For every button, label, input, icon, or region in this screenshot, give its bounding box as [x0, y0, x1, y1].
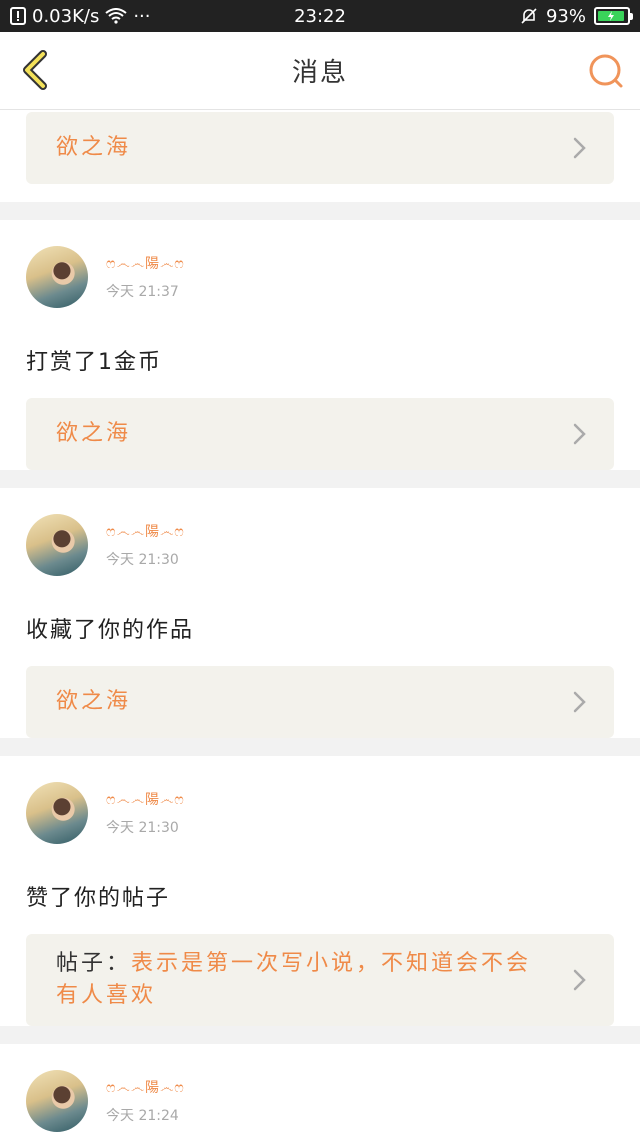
username[interactable]: ෆ෴෴陽෴ෆ [106, 253, 185, 273]
more-indicator: ··· [133, 5, 151, 27]
timestamp: 今天 21:30 [106, 820, 179, 836]
avatar[interactable] [26, 782, 88, 844]
message-card: ෆ෴෴陽෴ෆ 今天 21:30 赞了你的帖子 帖子：表示是第一次写小说，不知道会… [0, 756, 640, 1026]
timestamp: 今天 21:24 [106, 1108, 179, 1124]
avatar[interactable] [26, 246, 88, 308]
timestamp: 今天 21:37 [106, 284, 179, 300]
work-title: 欲之海 [56, 135, 132, 160]
avatar[interactable] [26, 514, 88, 576]
message-card: 欲之海 [0, 110, 640, 202]
message-card: ෆ෴෴陽෴ෆ 今天 21:30 收藏了你的作品 欲之海 [0, 488, 640, 738]
work-link[interactable]: 欲之海 [26, 666, 614, 738]
app-header: 消息 [0, 32, 640, 110]
post-excerpt: 帖子：表示是第一次写小说，不知道会不会有人喜欢 [56, 948, 554, 1012]
chevron-right-icon [573, 969, 586, 991]
post-label: 帖子： [56, 951, 132, 976]
username[interactable]: ෆ෴෴陽෴ෆ [106, 789, 185, 809]
search-icon [589, 54, 623, 88]
chevron-right-icon [573, 691, 586, 713]
message-action: 收藏了你的作品 [26, 618, 195, 643]
message-action: 打赏了1金币 [26, 350, 162, 375]
work-link[interactable]: 欲之海 [26, 398, 614, 470]
notification-icon [10, 7, 26, 25]
message-card: ෆ෴෴陽෴ෆ 今天 21:24 [0, 1044, 640, 1138]
network-speed: 0.03K/s [32, 5, 100, 27]
search-button[interactable] [586, 51, 626, 91]
status-bar: 0.03K/s ··· 23:22 93% [0, 0, 640, 32]
username[interactable]: ෆ෴෴陽෴ෆ [106, 521, 185, 541]
message-card: ෆ෴෴陽෴ෆ 今天 21:37 打赏了1金币 欲之海 [0, 220, 640, 470]
battery-icon [594, 7, 633, 25]
mute-bell-icon [520, 7, 538, 25]
page-title: 消息 [291, 58, 348, 88]
message-action: 赞了你的帖子 [26, 886, 171, 911]
work-title: 欲之海 [56, 421, 132, 446]
work-title: 欲之海 [56, 689, 132, 714]
back-button[interactable] [14, 47, 54, 93]
avatar[interactable] [26, 1070, 88, 1132]
back-arrow-icon [23, 50, 47, 90]
chevron-right-icon [573, 137, 586, 159]
chevron-right-icon [573, 423, 586, 445]
battery-percent: 93% [545, 5, 586, 27]
post-link[interactable]: 帖子：表示是第一次写小说，不知道会不会有人喜欢 [26, 934, 614, 1026]
wifi-icon [105, 8, 127, 24]
username[interactable]: ෆ෴෴陽෴ෆ [106, 1077, 185, 1097]
timestamp: 今天 21:30 [106, 552, 179, 568]
message-list[interactable]: 欲之海 ෆ෴෴陽෴ෆ 今天 21:37 打赏了1金币 欲之海 ෆ෴෴陽෴ෆ 今天… [0, 110, 640, 1138]
work-link[interactable]: 欲之海 [26, 112, 614, 184]
